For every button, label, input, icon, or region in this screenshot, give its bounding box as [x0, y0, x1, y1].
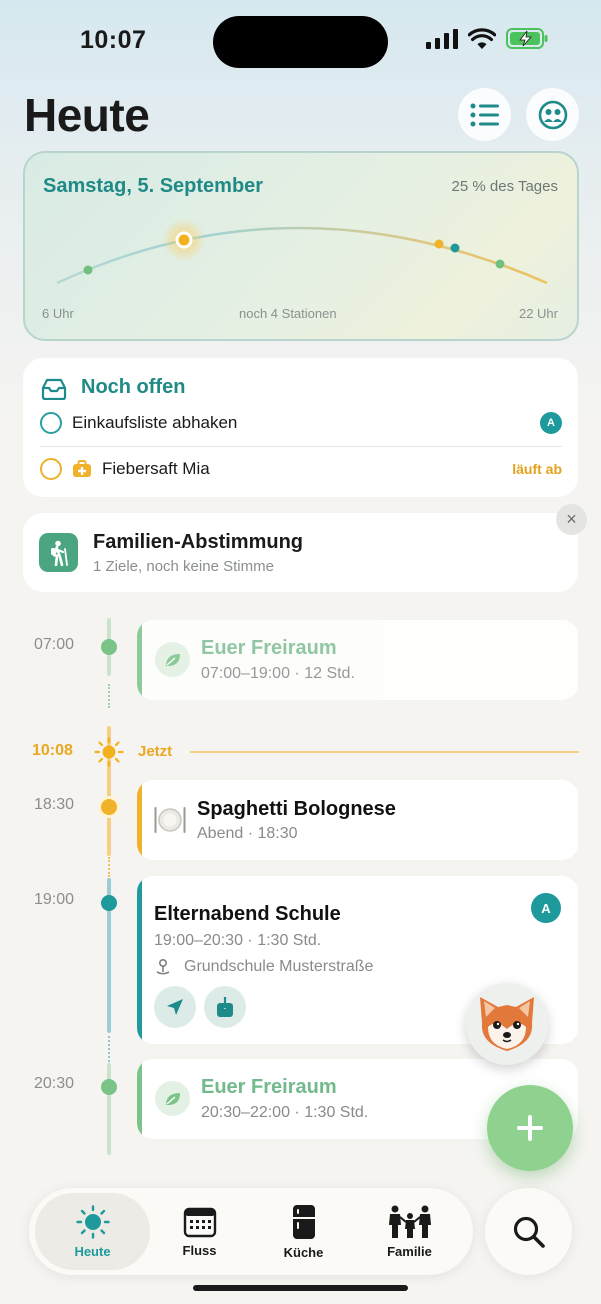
day-end-label: 22 Uhr	[518, 306, 558, 321]
tab-familie[interactable]: Familie	[352, 1193, 467, 1270]
now-sun-marker	[175, 231, 193, 249]
timeline-gap	[108, 1036, 110, 1062]
arc-station-dot	[83, 265, 93, 275]
leaf-icon	[155, 642, 190, 677]
calendar-icon	[183, 1207, 216, 1237]
vote-subtitle: 1 Ziele, noch keine Stimme	[93, 558, 274, 575]
event-title: Euer Freiraum	[201, 637, 337, 659]
dynamic-island	[213, 16, 388, 68]
family-vote-card[interactable]: Familien-Abstimmung 1 Ziele, noch keine …	[23, 513, 578, 592]
event-subtitle: 20:30–22:00 · 1:30 Std.	[201, 1104, 369, 1121]
tab-label: Küche	[283, 1244, 324, 1260]
timeline-dot	[101, 895, 117, 911]
sun-icon	[94, 737, 124, 767]
share-icon	[217, 996, 233, 1017]
fox-assistant-button[interactable]	[466, 983, 548, 1065]
tab-fluss[interactable]: Fluss	[142, 1193, 257, 1270]
day-start-label: 6 Uhr	[42, 306, 74, 321]
fridge-icon	[292, 1204, 315, 1239]
event-time: 19:00	[34, 891, 75, 908]
add-button[interactable]	[487, 1085, 573, 1171]
battery-charging-icon	[506, 28, 548, 49]
task-label: Einkaufsliste abhaken	[72, 413, 238, 432]
timeline-dot	[101, 639, 117, 655]
now-label: Jetzt	[138, 743, 173, 760]
hiking-icon	[39, 533, 78, 572]
tab-bar: Heute Fluss Küche Familie	[29, 1188, 473, 1275]
navigate-button[interactable]	[154, 986, 196, 1028]
timeline-dot	[98, 796, 120, 818]
event-title: Elternabend Schule	[154, 903, 341, 925]
search-icon	[513, 1216, 545, 1248]
sun-icon	[75, 1204, 110, 1239]
timeline-dot	[101, 1079, 117, 1095]
search-button[interactable]	[485, 1188, 572, 1275]
assignee-avatar: A	[531, 893, 561, 923]
status-time: 10:07	[80, 26, 147, 54]
tab-label: Fluss	[182, 1242, 217, 1258]
day-stations-label: noch 4 Stationen	[239, 306, 337, 321]
fox-mascot-icon	[480, 997, 534, 1051]
task-checkbox[interactable]	[40, 412, 62, 434]
event-card-free-time[interactable]: Euer Freiraum 07:00–19:00 · 12 Std.	[137, 620, 578, 700]
assignee-avatar: A	[540, 412, 562, 434]
tab-kueche[interactable]: Küche	[246, 1193, 361, 1270]
status-icons	[426, 28, 548, 49]
event-title: Euer Freiraum	[201, 1076, 337, 1098]
task-row[interactable]: Fiebersaft Mia läuft ab	[40, 454, 562, 484]
event-time: 18:30	[34, 796, 75, 813]
tab-heute[interactable]: Heute	[35, 1193, 150, 1270]
family-icon	[388, 1205, 431, 1238]
event-subtitle: 07:00–19:00 · 12 Std.	[201, 665, 355, 682]
vote-title: Familien-Abstimmung	[93, 531, 304, 553]
event-title: Spaghetti Bolognese	[197, 798, 396, 820]
wifi-icon	[468, 28, 496, 49]
tab-label: Heute	[74, 1243, 111, 1259]
family-face-icon	[538, 100, 567, 129]
navigation-arrow-icon	[167, 999, 183, 1015]
event-time: 07:00	[34, 636, 75, 653]
arc-station-dot	[434, 239, 444, 249]
task-checkbox[interactable]	[40, 458, 62, 480]
family-profile-button[interactable]	[526, 88, 579, 141]
share-button[interactable]	[204, 986, 246, 1028]
arc-station-dot	[495, 259, 505, 269]
location-pin-icon	[156, 958, 170, 975]
open-tasks-title: Noch offen	[81, 376, 186, 398]
timeline-gap	[108, 857, 110, 877]
plus-icon	[517, 1115, 543, 1141]
task-label: Fiebersaft Mia	[102, 459, 210, 478]
event-location: Grundschule Musterstraße	[184, 958, 374, 975]
signal-icon	[426, 28, 458, 49]
plate-cutlery-icon	[154, 807, 186, 833]
list-icon	[470, 103, 499, 126]
page-title: Heute	[24, 89, 150, 141]
inbox-icon	[41, 378, 67, 400]
expiry-status: läuft ab	[512, 461, 562, 477]
task-row[interactable]: Einkaufsliste abhaken A	[40, 408, 562, 438]
divider	[40, 446, 562, 447]
event-card-meal[interactable]: Spaghetti Bolognese Abend · 18:30	[137, 780, 578, 860]
timeline-gap	[108, 684, 110, 708]
open-tasks-card: Noch offen Einkaufsliste abhaken A Fiebe…	[23, 358, 578, 497]
home-indicator	[193, 1285, 408, 1291]
timeline-segment	[107, 1063, 111, 1155]
event-subtitle: Abend · 18:30	[197, 825, 298, 842]
leaf-icon	[155, 1081, 190, 1116]
now-time: 10:08	[32, 742, 73, 759]
first-aid-icon	[73, 460, 91, 477]
close-icon[interactable]: ×	[556, 504, 587, 535]
event-time: 20:30	[34, 1075, 75, 1092]
tab-label: Familie	[387, 1243, 432, 1259]
now-line	[190, 751, 579, 753]
event-subtitle: 19:00–20:30 · 1:30 Std.	[154, 932, 322, 949]
arc-station-dot	[450, 243, 460, 253]
list-view-button[interactable]	[458, 88, 511, 141]
day-overview-card[interactable]: Samstag, 5. September 25 % des Tages 6 U…	[23, 151, 579, 341]
